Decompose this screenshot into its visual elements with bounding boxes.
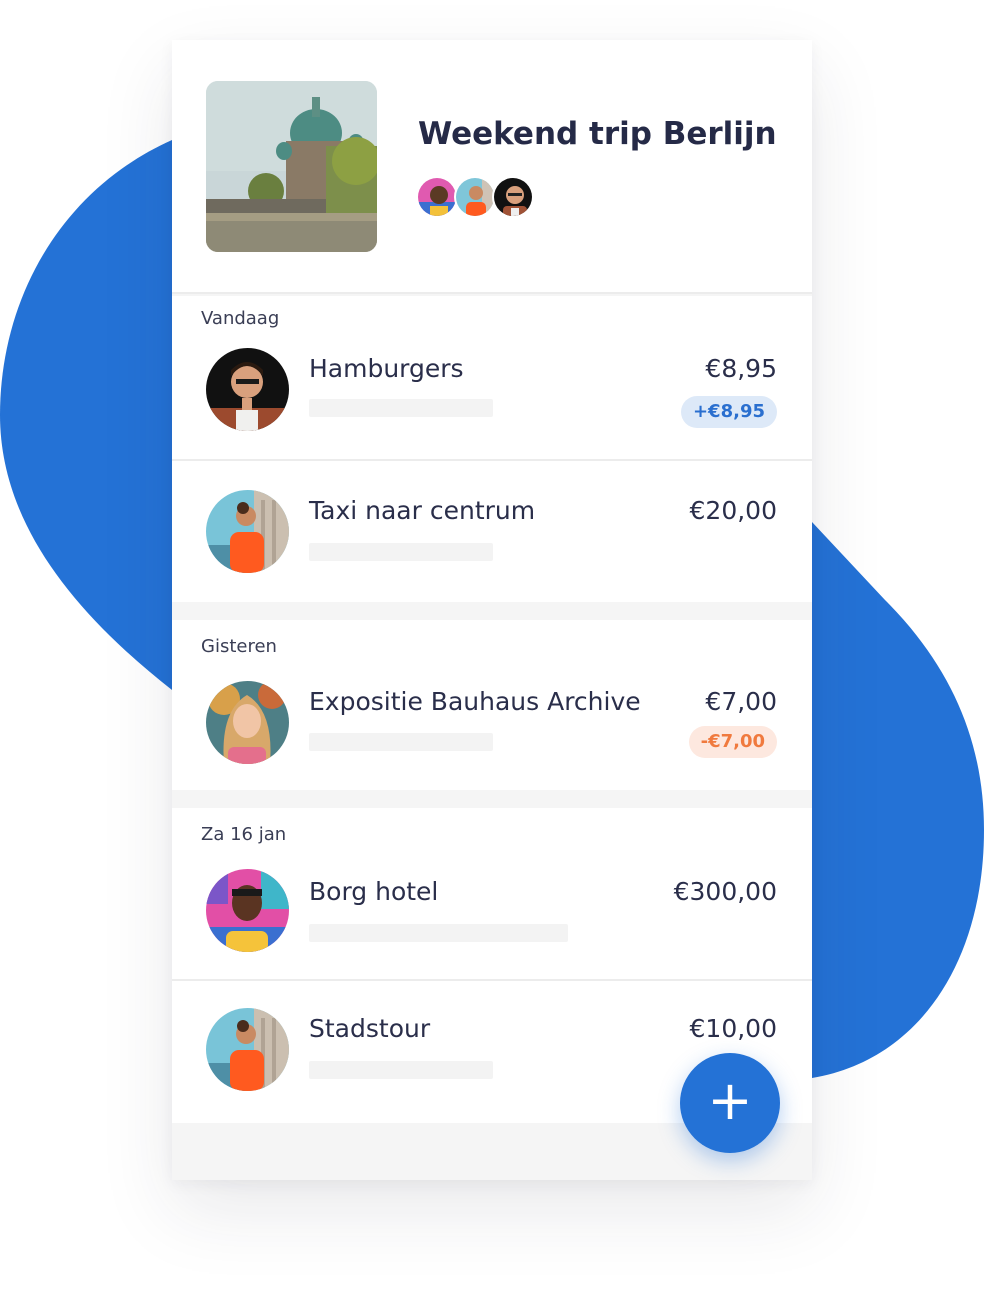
participants-placeholder <box>309 543 493 561</box>
expense-name: Taxi naar centrum <box>309 496 536 525</box>
plus-icon: + <box>707 1069 753 1132</box>
participants-placeholder <box>309 924 568 942</box>
expense-amount: €8,95 <box>705 354 777 383</box>
trip-header: Weekend trip Berlijn <box>172 40 812 294</box>
section-vandaag: Vandaag Hamburgers €8,95 +€8,95 Taxi naa… <box>172 296 812 602</box>
member-avatar-2[interactable] <box>454 176 496 218</box>
expense-name: Expositie Bauhaus Archive <box>309 687 641 716</box>
balance-badge: +€8,95 <box>680 396 777 428</box>
expense-name: Borg hotel <box>309 877 439 906</box>
participants-placeholder <box>309 1061 493 1079</box>
trip-title: Weekend trip Berlijn <box>418 116 777 152</box>
balance-badge: -€7,00 <box>688 726 777 758</box>
app-card: Weekend trip Berlijn Vandaag Hamburgers … <box>172 40 812 1180</box>
avatar <box>206 1008 289 1091</box>
section-gisteren: Gisteren Expositie Bauhaus Archive €7,00… <box>172 620 812 790</box>
add-expense-button[interactable]: + <box>680 1053 780 1153</box>
berlin-cathedral-photo <box>206 81 377 252</box>
expense-amount: €20,00 <box>689 496 777 525</box>
expense-row[interactable]: Expositie Bauhaus Archive €7,00 -€7,00 <box>172 620 812 790</box>
member-avatars[interactable] <box>416 176 546 218</box>
expense-row[interactable]: Hamburgers €8,95 +€8,95 <box>172 296 812 461</box>
expense-amount: €300,00 <box>673 877 777 906</box>
member-avatar-3[interactable] <box>492 176 534 218</box>
avatar <box>206 869 289 952</box>
expense-row[interactable]: Taxi naar centrum €20,00 <box>172 461 812 602</box>
avatar <box>206 681 289 764</box>
expense-name: Hamburgers <box>309 354 464 383</box>
member-avatar-1[interactable] <box>416 176 458 218</box>
expense-amount: €7,00 <box>705 687 777 716</box>
avatar <box>206 348 289 431</box>
expense-name: Stadstour <box>309 1014 431 1043</box>
avatar <box>206 490 289 573</box>
expense-row[interactable]: Borg hotel €300,00 <box>172 808 812 981</box>
participants-placeholder <box>309 733 493 751</box>
expense-amount: €10,00 <box>689 1014 777 1043</box>
participants-placeholder <box>309 399 493 417</box>
